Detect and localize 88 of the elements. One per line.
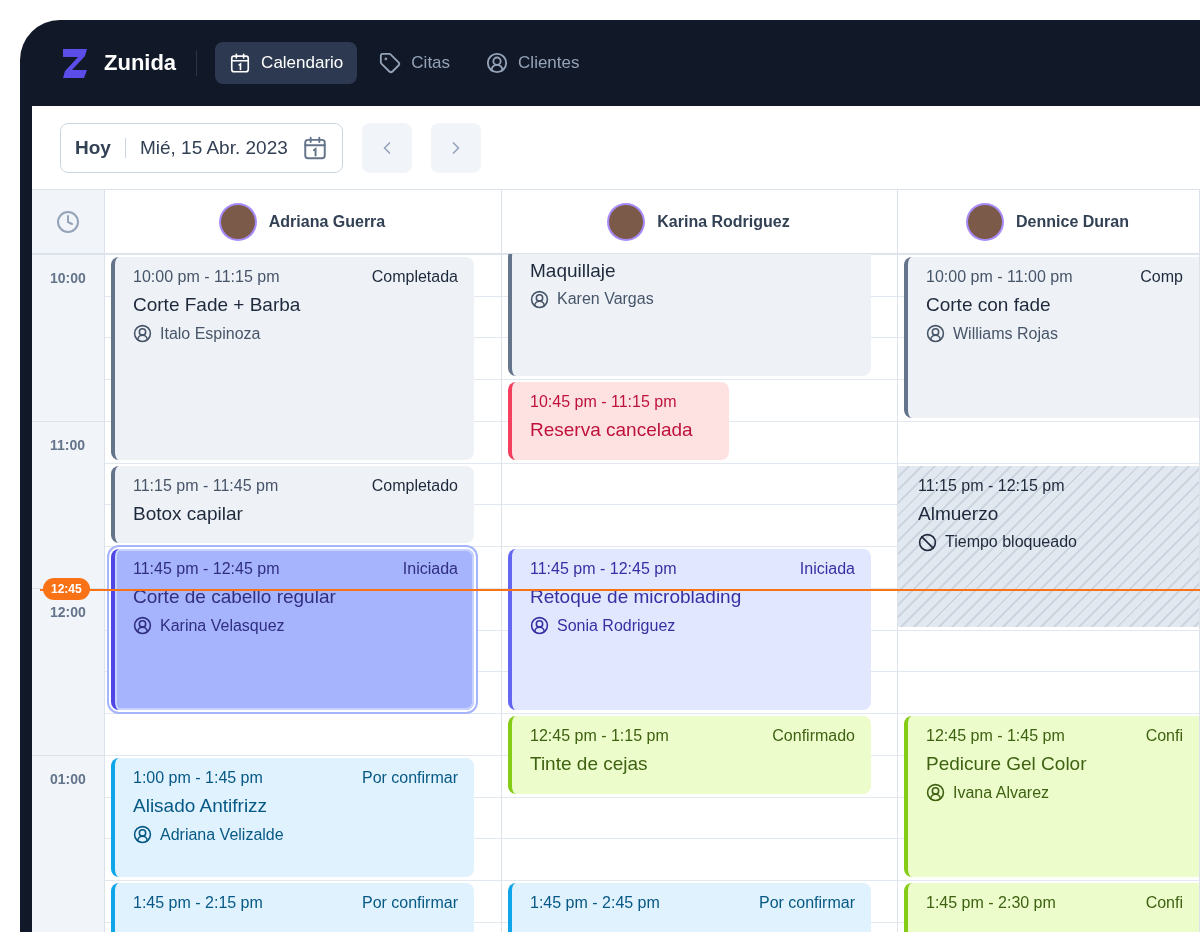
tag-icon (379, 52, 402, 74)
appointment-status: Confirmado (772, 727, 855, 746)
hour-label: 12:00 (50, 604, 86, 620)
clock-icon (56, 209, 80, 234)
appointment-title: Retoque de microblading (530, 586, 743, 609)
calendar-icon (301, 134, 328, 161)
appointment-status: Comp (1140, 268, 1183, 286)
appointment-time: 12:45 pm - 1:15 pm (530, 727, 669, 746)
date-picker[interactable]: Hoy Mié, 15 Abr. 2023 (60, 122, 343, 173)
appointment-title: Pedicure Gel Color (926, 753, 1088, 776)
appointment-time: 11:45 pm - 12:45 pm (133, 560, 280, 579)
hour-label: 01:00 (50, 771, 86, 787)
client-name: Adriana Velizalde (160, 825, 284, 844)
avatar (609, 204, 644, 239)
appointment-time: 11:15 pm - 11:45 pm (133, 476, 279, 495)
appointment-time: 12:45 pm - 1:45 pm (926, 727, 1065, 746)
current-time-badge: 12:45 (43, 578, 90, 600)
appointment-title: Almuerzo (918, 502, 1000, 525)
user-icon (530, 289, 549, 309)
blocked-icon (918, 532, 937, 552)
appointment-status: Confi (1145, 727, 1183, 746)
appointment-title: Botox capilar (133, 502, 244, 525)
app-name: Zunida (104, 50, 177, 76)
staff-name: Adriana Guerra (268, 212, 386, 231)
appointment-time: 10:00 pm - 11:15 pm (133, 268, 280, 286)
appointment-card[interactable]: 1:45 pm - 2:45 pm Por confirmar (508, 883, 871, 932)
client-name: Karen Vargas (557, 290, 654, 309)
appointment-status: Por confirmar (361, 769, 458, 787)
user-icon (133, 616, 152, 636)
appointment-status: Confi (1145, 894, 1183, 913)
appointment-card[interactable]: 1:00 pm - 1:45 pm Por confirmar Alisado Antifrizz Adriana Velizalde (111, 758, 474, 878)
appointment-card[interactable]: 11:15 pm - 11:45 pm Completado Botox capilar (111, 465, 474, 544)
appointment-status: Iniciada (799, 560, 855, 579)
appointment-status: Por confirmar (758, 894, 855, 913)
client-name: Sonia Rodriguez (557, 616, 676, 635)
nav-tab[interactable]: Clientes (472, 42, 594, 84)
client-name: Karina Velasquez (160, 616, 285, 635)
appointment-card[interactable]: 10:45 pm - 11:15 pm Reserva cancelada (508, 382, 729, 460)
appointment-title: Reserva cancelada (530, 419, 694, 442)
appointment-status: Completada (371, 268, 458, 286)
nav-tab[interactable]: Citas (365, 42, 465, 84)
hour-label: 10:00 (50, 270, 86, 286)
appointment-status: Completado (371, 476, 458, 495)
appointment-title: Corte Fade + Barba (133, 294, 302, 316)
client-name: Italo Espinoza (160, 324, 261, 343)
appointment-card[interactable]: 11:45 pm - 12:45 pm Iniciada Retoque de microblading Sonia Rodriguez (508, 549, 871, 711)
next-button[interactable] (430, 122, 481, 173)
appointment-title: Maquillaje (530, 259, 617, 282)
appointment-card[interactable]: 1:45 pm - 2:15 pm Por confirmar (111, 883, 474, 932)
hour-label: 11:00 (50, 437, 86, 453)
user-icon (486, 52, 509, 74)
calendar-icon (229, 52, 252, 74)
appointment-card[interactable]: 10:00 pm - 11:15 pm Completada Corte Fade + Barba Italo Espinoza (111, 257, 474, 460)
appointment-time: 11:45 pm - 12:45 pm (530, 560, 677, 579)
previous-button[interactable] (361, 122, 412, 173)
appointment-title: Corte de cabello regular (133, 586, 337, 609)
staff-name: Dennice Duran (1016, 212, 1129, 231)
appointment-time: 11:15 pm - 12:15 pm (918, 476, 1065, 495)
staff-name: Karina Rodriguez (657, 212, 790, 231)
appointment-time: 10:00 pm - 11:00 pm (926, 268, 1073, 286)
avatar (220, 204, 255, 239)
appointment-time: 1:45 pm - 2:30 pm (926, 894, 1056, 913)
user-icon (133, 324, 152, 343)
blocked-note: Tiempo bloqueado (945, 533, 1077, 552)
user-icon (926, 783, 945, 803)
appointment-time: 10:45 pm - 11:15 pm (530, 393, 677, 412)
user-icon (133, 825, 152, 844)
client-name: Ivana Alvarez (953, 783, 1050, 802)
date-text: Mié, 15 Abr. 2023 (139, 136, 288, 159)
appointment-status: Por confirmar (361, 894, 458, 913)
nav-tab[interactable]: Calendario (215, 42, 358, 84)
appointment-title: Corte con fade (926, 294, 1052, 316)
appointment-card[interactable]: 10:00 pm - 11:00 pm Comp Corte con fade Williams Rojas (904, 257, 1199, 418)
appointment-status: Iniciada (402, 560, 458, 579)
today-button[interactable]: Hoy (75, 136, 111, 159)
avatar (968, 204, 1003, 239)
appointment-title: Tinte de cejas (530, 753, 649, 776)
client-name: Williams Rojas (953, 324, 1058, 343)
appointment-title: Alisado Antifrizz (133, 795, 269, 817)
appointment-card[interactable]: 12:45 pm - 1:15 pm Confirmado Tinte de cejas (508, 716, 871, 794)
appointment-card[interactable]: 1:45 pm - 2:30 pm Confi (904, 883, 1199, 932)
user-icon (530, 616, 549, 636)
appointment-card[interactable]: 12:45 pm - 1:45 pm Confi Pedicure Gel Color Ivana Alvarez (904, 716, 1199, 878)
appointment-card[interactable]: Maquillaje Karen Vargas (508, 254, 871, 377)
appointment-time: 1:00 pm - 1:45 pm (133, 769, 263, 787)
appointment-time: 1:45 pm - 2:45 pm (530, 894, 660, 913)
user-icon (926, 324, 945, 343)
appointment-time: 1:45 pm - 2:15 pm (133, 894, 263, 913)
